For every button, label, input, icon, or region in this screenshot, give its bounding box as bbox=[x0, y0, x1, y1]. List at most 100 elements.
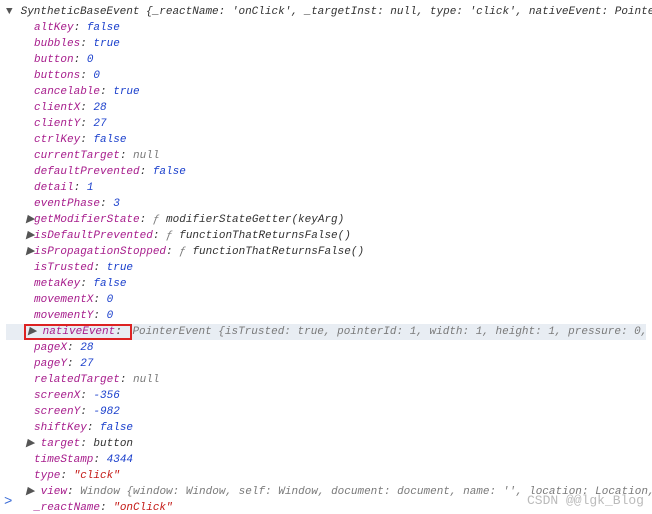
prop-key: pageX bbox=[34, 342, 67, 354]
property-row[interactable]: eventPhase: 3 bbox=[6, 196, 646, 212]
prop-key: view bbox=[41, 486, 67, 498]
prop-key: detail bbox=[34, 182, 74, 194]
prop-key: buttons bbox=[34, 70, 80, 82]
property-nativeEvent[interactable]: ▶ nativeEvent: PointerEvent {isTrusted: … bbox=[6, 324, 646, 340]
property-row[interactable]: ▶isDefaultPrevented: ƒ functionThatRetur… bbox=[6, 228, 646, 244]
prop-key: movementY bbox=[34, 310, 93, 322]
prop-value: 27 bbox=[93, 118, 106, 130]
property-row[interactable]: relatedTarget: null bbox=[6, 372, 646, 388]
expand-toggle[interactable]: ▶ bbox=[26, 228, 34, 244]
prop-key: button bbox=[34, 54, 74, 66]
property-row[interactable]: buttons: 0 bbox=[6, 68, 646, 84]
prop-value: 0 bbox=[107, 310, 114, 322]
property-row[interactable]: isTrusted: true bbox=[6, 260, 646, 276]
expand-toggle[interactable]: ▼ bbox=[6, 4, 14, 20]
prop-key: isTrusted bbox=[34, 262, 93, 274]
watermark: CSDN @@lgk_Blog bbox=[527, 493, 644, 508]
property-row[interactable]: pageX: 28 bbox=[6, 340, 646, 356]
property-row[interactable]: currentTarget: null bbox=[6, 148, 646, 164]
property-row[interactable]: pageY: 27 bbox=[6, 356, 646, 372]
property-row[interactable]: button: 0 bbox=[6, 52, 646, 68]
prop-key: movementX bbox=[34, 294, 93, 306]
prop-key: clientX bbox=[34, 102, 80, 114]
class-name: SyntheticBaseEvent bbox=[21, 6, 140, 18]
prop-key: clientY bbox=[34, 118, 80, 130]
prop-key: relatedTarget bbox=[34, 374, 120, 386]
prop-value: true bbox=[107, 262, 133, 274]
prop-value: ƒ functionThatReturnsFalse() bbox=[166, 230, 351, 242]
prop-value: 4344 bbox=[107, 454, 133, 466]
prop-key: defaultPrevented bbox=[34, 166, 140, 178]
prop-key: shiftKey bbox=[34, 422, 87, 434]
prop-value: ƒ functionThatReturnsFalse() bbox=[179, 246, 364, 258]
prop-value: 0 bbox=[93, 70, 100, 82]
prop-key: isPropagationStopped bbox=[34, 246, 166, 258]
prop-value: 28 bbox=[80, 342, 93, 354]
property-target[interactable]: ▶ target: button bbox=[6, 436, 646, 452]
prop-key: nativeEvent bbox=[43, 326, 116, 338]
prop-value: -356 bbox=[93, 390, 119, 402]
expand-toggle[interactable]: ▶ bbox=[28, 324, 36, 340]
prop-key: eventPhase bbox=[34, 198, 100, 210]
prop-key: screenY bbox=[34, 406, 80, 418]
console-prompt[interactable]: > bbox=[4, 494, 12, 510]
prop-value: 1 bbox=[87, 182, 94, 194]
property-row[interactable]: screenX: -356 bbox=[6, 388, 646, 404]
property-row[interactable]: screenY: -982 bbox=[6, 404, 646, 420]
prop-key: isDefaultPrevented bbox=[34, 230, 153, 242]
property-type[interactable]: type: "click" bbox=[6, 468, 646, 484]
property-row[interactable]: ctrlKey: false bbox=[6, 132, 646, 148]
prop-key: timeStamp bbox=[34, 454, 93, 466]
property-row[interactable]: movementX: 0 bbox=[6, 292, 646, 308]
header-preview: {_reactName: 'onClick', _targetInst: nul… bbox=[146, 6, 652, 18]
prop-key: pageY bbox=[34, 358, 67, 370]
prop-value: button bbox=[93, 438, 133, 450]
object-header[interactable]: ▼ SyntheticBaseEvent {_reactName: 'onCli… bbox=[6, 4, 646, 20]
prop-key: altKey bbox=[34, 22, 74, 34]
property-row[interactable]: timeStamp: 4344 bbox=[6, 452, 646, 468]
prop-value: true bbox=[113, 86, 139, 98]
prop-type: PointerEvent {isTrusted: true, pointerId… bbox=[132, 326, 652, 338]
property-row[interactable]: ▶isPropagationStopped: ƒ functionThatRet… bbox=[6, 244, 646, 260]
prop-value: 28 bbox=[93, 102, 106, 114]
property-row[interactable]: ▶getModifierState: ƒ modifierStateGetter… bbox=[6, 212, 646, 228]
property-row[interactable]: cancelable: true bbox=[6, 84, 646, 100]
property-row[interactable]: altKey: false bbox=[6, 20, 646, 36]
expand-toggle[interactable]: ▶ bbox=[26, 436, 34, 452]
prop-value: true bbox=[93, 38, 119, 50]
prop-value: false bbox=[153, 166, 186, 178]
prop-value: 0 bbox=[107, 294, 114, 306]
prop-value: 3 bbox=[113, 198, 120, 210]
property-row[interactable]: movementY: 0 bbox=[6, 308, 646, 324]
prop-value: false bbox=[93, 134, 126, 146]
prop-value: null bbox=[133, 150, 159, 162]
prop-key: target bbox=[41, 438, 81, 450]
prop-key: ctrlKey bbox=[34, 134, 80, 146]
property-row[interactable]: defaultPrevented: false bbox=[6, 164, 646, 180]
prop-key: screenX bbox=[34, 390, 80, 402]
prop-key: type bbox=[34, 470, 60, 482]
expand-toggle[interactable]: ▶ bbox=[26, 212, 34, 228]
property-row[interactable]: shiftKey: false bbox=[6, 420, 646, 436]
property-row[interactable]: bubbles: true bbox=[6, 36, 646, 52]
prop-key: metaKey bbox=[34, 278, 80, 290]
prop-value: null bbox=[133, 374, 159, 386]
prop-key: currentTarget bbox=[34, 150, 120, 162]
prop-value: -982 bbox=[93, 406, 119, 418]
expand-toggle[interactable]: ▶ bbox=[26, 484, 34, 500]
prop-value: ƒ modifierStateGetter(keyArg) bbox=[153, 214, 344, 226]
prop-value: false bbox=[87, 22, 120, 34]
property-row[interactable]: detail: 1 bbox=[6, 180, 646, 196]
prop-value: "click" bbox=[74, 470, 120, 482]
prop-value: false bbox=[100, 422, 133, 434]
prop-key: bubbles bbox=[34, 38, 80, 50]
property-row[interactable]: clientY: 27 bbox=[6, 116, 646, 132]
prop-value: 27 bbox=[80, 358, 93, 370]
expand-toggle[interactable]: ▶ bbox=[26, 244, 34, 260]
prop-key: _reactName bbox=[34, 502, 100, 514]
prop-key: getModifierState bbox=[34, 214, 140, 226]
prop-value: false bbox=[93, 278, 126, 290]
prop-key: cancelable bbox=[34, 86, 100, 98]
property-row[interactable]: metaKey: false bbox=[6, 276, 646, 292]
property-row[interactable]: clientX: 28 bbox=[6, 100, 646, 116]
